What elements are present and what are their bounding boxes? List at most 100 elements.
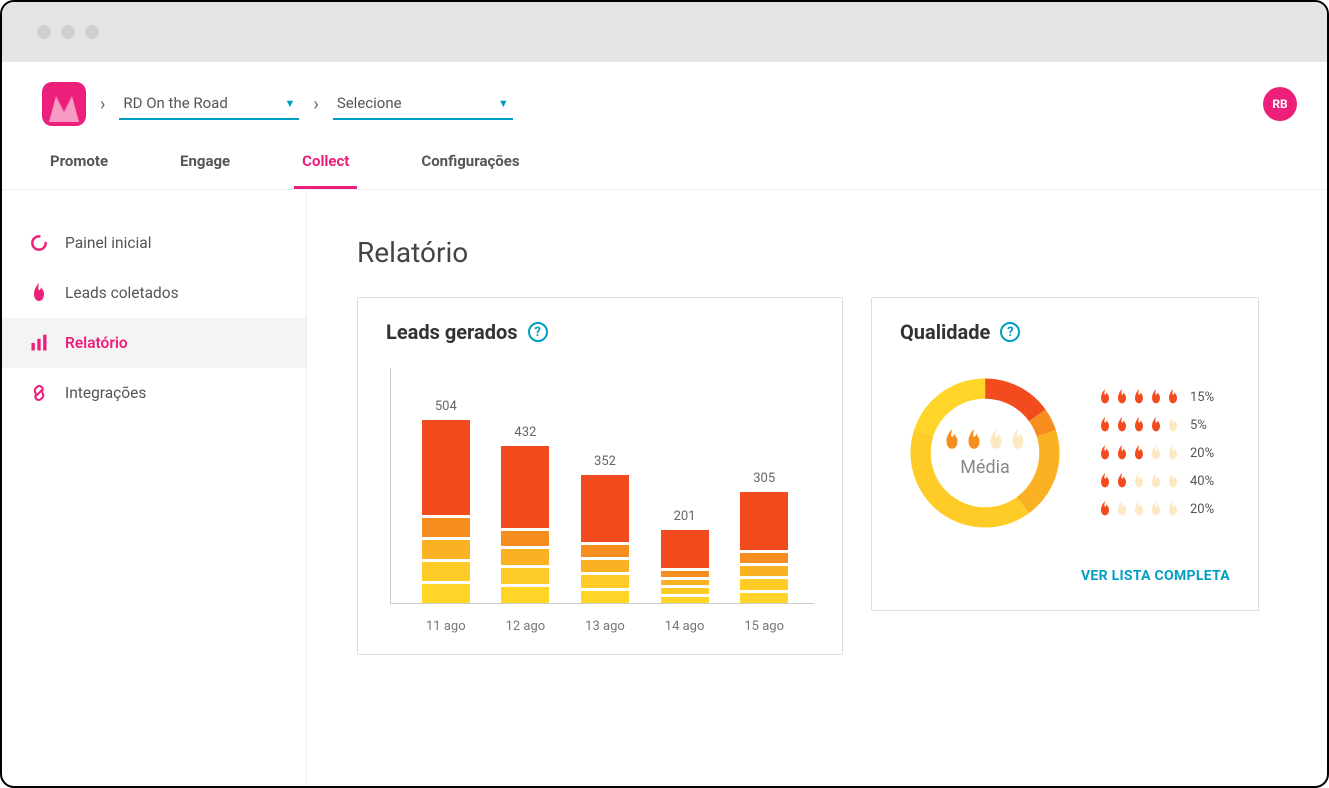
flame-icon — [1166, 445, 1180, 461]
flame-icon — [1166, 417, 1180, 433]
card-title-text: Leads gerados — [386, 320, 518, 344]
flame-icon — [1098, 417, 1112, 433]
flame-icon — [1098, 501, 1112, 517]
window-dot — [37, 25, 51, 39]
flame-icon — [1149, 473, 1163, 489]
flame-icon — [1115, 389, 1129, 405]
bar-column: 201 — [658, 509, 712, 603]
loading-icon — [28, 232, 50, 254]
flame-icon — [1009, 429, 1027, 451]
sidebar-item-label: Relatório — [65, 334, 128, 352]
sidebar-item-loading[interactable]: Painel inicial — [2, 218, 306, 268]
flame-icon — [987, 429, 1005, 451]
help-icon[interactable]: ? — [1000, 322, 1020, 342]
bar-value-label: 201 — [674, 509, 696, 524]
bar-column: 504 — [419, 399, 473, 603]
quality-row: 20% — [1098, 445, 1214, 461]
sidebar-item-label: Integrações — [65, 384, 146, 402]
dropdown-label: Selecione — [337, 94, 402, 112]
quality-row: 20% — [1098, 501, 1214, 517]
sub-dropdown[interactable]: Selecione ▼ — [333, 88, 513, 120]
see-full-list-link[interactable]: VER LISTA COMPLETA — [900, 568, 1230, 584]
card-title-text: Qualidade — [900, 320, 990, 344]
flame-icon — [1166, 473, 1180, 489]
donut-center-flames — [943, 429, 1027, 451]
chevron-right-icon: › — [313, 94, 318, 115]
main-tabs: Promote Engage Collect Configurações — [2, 138, 1327, 190]
flame-icon — [1132, 389, 1146, 405]
sidebar-item-link[interactable]: Integrações — [2, 368, 306, 418]
sidebar-item-flame[interactable]: Leads coletados — [2, 268, 306, 318]
x-tick-label: 13 ago — [578, 619, 632, 634]
bar-column: 305 — [737, 471, 791, 603]
leads-bar-chart: 504432352201305 11 ago12 ago13 ago14 ago… — [386, 368, 814, 628]
flame-icon — [1115, 445, 1129, 461]
chevron-right-icon: › — [100, 94, 105, 115]
x-tick-label: 12 ago — [498, 619, 552, 634]
event-dropdown[interactable]: RD On the Road ▼ — [119, 88, 299, 120]
browser-frame: › RD On the Road ▼ › Selecione ▼ RB Prom… — [0, 0, 1329, 788]
quality-percent: 15% — [1190, 390, 1214, 405]
avatar-initials: RB — [1272, 97, 1287, 111]
flame-icon — [1149, 389, 1163, 405]
bar-value-label: 305 — [753, 471, 775, 486]
quality-percent: 20% — [1190, 446, 1214, 461]
top-bar: › RD On the Road ▼ › Selecione ▼ RB — [2, 62, 1327, 138]
flame-icon — [1132, 501, 1146, 517]
window-dot — [61, 25, 75, 39]
donut-center-label: Média — [960, 457, 1010, 478]
flame-icon — [1149, 501, 1163, 517]
link-icon — [28, 382, 50, 404]
flame-icon — [28, 282, 50, 304]
tab-promote[interactable]: Promote — [42, 138, 116, 189]
page-title: Relatório — [357, 236, 1277, 269]
flame-icon — [1098, 473, 1112, 489]
dropdown-label: RD On the Road — [123, 94, 227, 112]
flame-icon — [1115, 417, 1129, 433]
card-title: Leads gerados ? — [386, 320, 814, 344]
bars-icon — [28, 332, 50, 354]
quality-percent: 5% — [1190, 418, 1207, 433]
sidebar-item-label: Leads coletados — [65, 284, 179, 302]
flame-icon — [1115, 473, 1129, 489]
flame-icon — [1132, 473, 1146, 489]
user-avatar[interactable]: RB — [1263, 87, 1297, 121]
caret-down-icon: ▼ — [498, 97, 509, 110]
tab-engage[interactable]: Engage — [172, 138, 238, 189]
x-tick-label: 14 ago — [658, 619, 712, 634]
help-icon[interactable]: ? — [528, 322, 548, 342]
flame-icon — [1098, 445, 1112, 461]
window-dot — [85, 25, 99, 39]
browser-chrome — [2, 2, 1327, 62]
x-axis — [390, 603, 814, 604]
flame-icon — [943, 429, 961, 451]
sidebar-item-bars[interactable]: Relatório — [2, 318, 306, 368]
quality-percent: 40% — [1190, 474, 1214, 489]
quality-row: 5% — [1098, 417, 1214, 433]
bar-value-label: 432 — [514, 425, 536, 440]
leads-chart-card: Leads gerados ? 504432352201305 11 ago12… — [357, 297, 843, 655]
quality-card: Qualidade ? Média 15%5%20%40 — [871, 297, 1259, 611]
sidebar-item-label: Painel inicial — [65, 234, 151, 252]
flame-icon — [1132, 445, 1146, 461]
quality-row: 40% — [1098, 473, 1214, 489]
flame-icon — [1115, 501, 1129, 517]
flame-icon — [1166, 501, 1180, 517]
sidebar: Painel inicial Leads coletados Relatório In… — [2, 190, 307, 786]
bar-column: 432 — [498, 425, 552, 603]
app-logo[interactable] — [42, 82, 86, 126]
bar-column: 352 — [578, 454, 632, 603]
x-tick-label: 15 ago — [737, 619, 791, 634]
bar-value-label: 504 — [435, 399, 457, 414]
caret-down-icon: ▼ — [285, 97, 296, 110]
flame-icon — [1132, 417, 1146, 433]
main-content: Relatório Leads gerados ? 504 432 352 201 30… — [307, 190, 1327, 786]
quality-legend: 15% 5% 20% 40% 20% — [1098, 389, 1214, 517]
tab-configurações[interactable]: Configurações — [413, 138, 527, 189]
tab-collect[interactable]: Collect — [294, 138, 357, 189]
flame-icon — [1166, 389, 1180, 405]
quality-percent: 20% — [1190, 502, 1214, 517]
flame-icon — [1149, 445, 1163, 461]
flame-icon — [965, 429, 983, 451]
flame-icon — [1098, 389, 1112, 405]
